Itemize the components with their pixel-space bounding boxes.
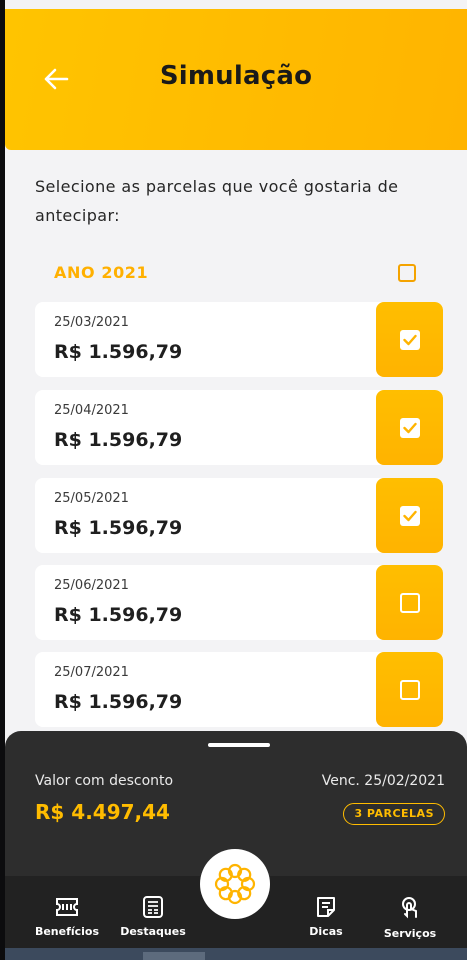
nav-label: Dicas (309, 925, 343, 938)
system-navigation-bar (0, 948, 467, 960)
nav-destaques[interactable]: Destaques (111, 896, 195, 938)
installment-card: 25/03/2021 R$ 1.596,79 (35, 302, 443, 377)
installment-amount: R$ 1.596,79 (54, 517, 183, 539)
discount-label: Valor com desconto (35, 773, 174, 789)
discount-value: R$ 4.497,44 (35, 800, 170, 824)
installment-checkbox[interactable] (376, 302, 443, 377)
nav-dicas[interactable]: Dicas (284, 896, 368, 938)
installment-amount: R$ 1.596,79 (54, 341, 183, 363)
note-icon (317, 897, 335, 917)
parcels-badge: 3 PARCELAS (343, 803, 445, 825)
header: Simulação (5, 9, 467, 150)
center-home-button[interactable] (200, 849, 270, 919)
checkbox-unchecked-icon (400, 680, 420, 700)
checkbox-checked-icon (400, 506, 420, 526)
installment-date: 25/06/2021 (54, 578, 129, 593)
checkbox-checked-icon (400, 330, 420, 350)
nav-label: Benefícios (34, 925, 100, 938)
nav-beneficios[interactable]: Benefícios (25, 896, 109, 938)
installment-checkbox[interactable] (376, 565, 443, 640)
installment-date: 25/03/2021 (54, 315, 129, 330)
system-nav-pill[interactable] (143, 952, 205, 960)
installment-card: 25/06/2021 R$ 1.596,79 (35, 565, 443, 640)
window-edge (0, 0, 5, 960)
checkbox-checked-icon (400, 418, 420, 438)
nav-label: Serviços (383, 927, 437, 940)
brand-logo-icon (214, 863, 256, 905)
installment-date: 25/05/2021 (54, 491, 129, 506)
status-strip (0, 0, 467, 9)
checkbox-unchecked-icon (400, 593, 420, 613)
installment-amount: R$ 1.596,79 (54, 691, 183, 713)
installment-date: 25/07/2021 (54, 665, 129, 680)
installment-checkbox[interactable] (376, 478, 443, 553)
installment-checkbox[interactable] (376, 652, 443, 727)
page-title: Simulação (159, 61, 313, 91)
installment-checkbox[interactable] (376, 390, 443, 465)
year-group-label: ANO 2021 (54, 263, 149, 282)
installment-card: 25/07/2021 R$ 1.596,79 (35, 652, 443, 727)
drag-handle[interactable] (208, 743, 270, 747)
ticket-icon (56, 898, 78, 916)
installment-card: 25/05/2021 R$ 1.596,79 (35, 478, 443, 553)
due-date-label: Venc. 25/02/2021 (321, 773, 445, 789)
installment-amount: R$ 1.596,79 (54, 604, 183, 626)
installment-date: 25/04/2021 (54, 403, 129, 418)
nav-label: Destaques (120, 925, 186, 938)
nav-servicos[interactable]: Serviços (368, 896, 452, 940)
installment-amount: R$ 1.596,79 (54, 429, 183, 451)
touch-icon (402, 897, 417, 919)
newspaper-icon (143, 896, 163, 918)
installment-card: 25/04/2021 R$ 1.596,79 (35, 390, 443, 465)
instruction-text: Selecione as parcelas que você gostaria … (35, 177, 399, 225)
year-select-all-checkbox[interactable] (398, 264, 416, 282)
